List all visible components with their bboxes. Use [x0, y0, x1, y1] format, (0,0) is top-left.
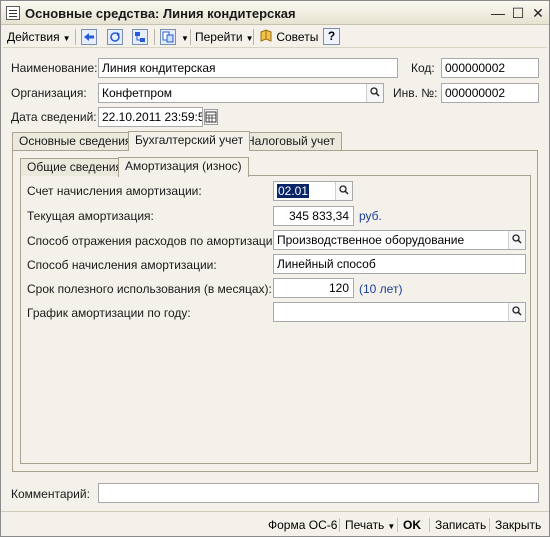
tab-main-info[interactable]: Основные сведения — [12, 132, 139, 150]
window-title: Основные средства: Линия кондитерская — [25, 6, 296, 21]
expense-method-select-button[interactable] — [508, 231, 525, 249]
calendar-icon[interactable] — [204, 109, 218, 125]
name-field[interactable]: Линия кондитерская — [98, 58, 398, 78]
subtab-depreciation[interactable]: Амортизация (износ) — [118, 157, 249, 177]
account-value: 02.01 — [277, 184, 310, 198]
document-icon — [6, 6, 20, 20]
organization-label: Организация: — [11, 86, 87, 100]
magnifier-icon — [339, 185, 349, 195]
name-label: Наименование: — [11, 61, 98, 75]
command-bar: Форма ОС-6 Печать ▼ OK Записать Закрыть — [1, 511, 549, 536]
toolbar: Действия ▼ ▼ Перейти ▼ Советы ? — [3, 26, 547, 48]
close-form-button[interactable]: Закрыть — [495, 516, 541, 534]
toolbar-separator — [75, 29, 76, 45]
expense-method-value: Производственное оборудование — [277, 233, 465, 247]
print-menu[interactable]: Печать ▼ — [345, 516, 395, 534]
subordinate-docs-dropdown[interactable]: ▼ — [178, 28, 189, 46]
currency-label: руб. — [359, 209, 382, 223]
tab-tax-accounting[interactable]: Налоговый учет — [239, 132, 342, 150]
schedule-field[interactable] — [273, 302, 526, 322]
code-label: Код: — [411, 61, 435, 75]
date-field[interactable]: 22.10.2011 23:59:59 — [98, 107, 203, 127]
magnifier-icon — [512, 234, 522, 244]
command-separator — [339, 518, 340, 532]
form-os6-button[interactable]: Форма ОС-6 — [268, 516, 337, 534]
actions-menu[interactable]: Действия ▼ — [7, 28, 71, 46]
goto-label: Перейти — [195, 30, 243, 44]
tips-button[interactable]: Советы — [259, 28, 318, 46]
organization-select-button[interactable] — [366, 84, 383, 102]
schedule-select-button[interactable] — [508, 303, 525, 321]
account-select-button[interactable] — [335, 182, 352, 200]
tab-accounting[interactable]: Бухгалтерский учет — [128, 131, 251, 151]
subordinate-docs-icon[interactable] — [160, 29, 176, 45]
account-label: Счет начисления амортизации: — [27, 184, 202, 198]
expense-method-field[interactable]: Производственное оборудование — [273, 230, 526, 250]
magnifier-icon — [512, 306, 522, 316]
current-depreciation-label: Текущая амортизация: — [27, 209, 154, 223]
print-label: Печать — [345, 518, 385, 532]
depreciation-method-field[interactable]: Линейный способ — [273, 254, 526, 274]
structure-icon[interactable] — [132, 29, 148, 45]
book-icon — [260, 29, 272, 42]
comment-label: Комментарий: — [11, 487, 90, 501]
help-button[interactable]: ? — [323, 28, 340, 45]
command-separator — [429, 518, 430, 532]
current-depreciation-field[interactable]: 345 833,34 — [273, 206, 354, 226]
command-separator — [489, 518, 490, 532]
toolbar-separator — [253, 29, 254, 45]
command-separator — [397, 518, 398, 532]
ok-button[interactable]: OK — [403, 516, 421, 534]
refresh-icon[interactable] — [107, 29, 123, 45]
inventory-number-field[interactable]: 000000002 — [441, 83, 539, 103]
minimize-button[interactable]: — — [490, 5, 506, 21]
close-button[interactable]: ✕ — [530, 5, 546, 21]
magnifier-icon — [370, 87, 380, 97]
schedule-label: График амортизации по году: — [27, 306, 191, 320]
depreciation-method-label: Способ начисления амортизации: — [27, 258, 217, 272]
organization-field[interactable]: Конфетпром — [98, 83, 384, 103]
toolbar-separator — [190, 29, 191, 45]
goto-menu[interactable]: Перейти ▼ — [195, 28, 253, 46]
comment-field[interactable] — [98, 483, 539, 503]
account-field[interactable]: 02.01 — [273, 181, 353, 201]
organization-value: Конфетпром — [102, 86, 173, 100]
back-icon[interactable] — [81, 29, 97, 45]
title-bar[interactable]: Основные средства: Линия кондитерская — … — [1, 1, 549, 25]
date-label: Дата сведений: — [11, 110, 97, 124]
useful-life-years-note: (10 лет) — [359, 282, 403, 296]
tips-label: Советы — [276, 30, 319, 44]
actions-label: Действия — [7, 30, 60, 44]
document-window: Основные средства: Линия кондитерская — … — [0, 0, 550, 537]
expense-method-label: Способ отражения расходов по амортизации… — [27, 234, 283, 248]
code-field[interactable]: 000000002 — [441, 58, 539, 78]
useful-life-field[interactable]: 120 — [273, 278, 354, 298]
maximize-button[interactable]: ☐ — [510, 5, 526, 21]
save-button[interactable]: Записать — [435, 516, 486, 534]
useful-life-label: Срок полезного использования (в месяцах)… — [27, 282, 272, 296]
toolbar-separator — [154, 29, 155, 45]
subtab-general-info[interactable]: Общие сведения — [20, 158, 129, 176]
inventory-number-label: Инв. №: — [393, 86, 438, 100]
